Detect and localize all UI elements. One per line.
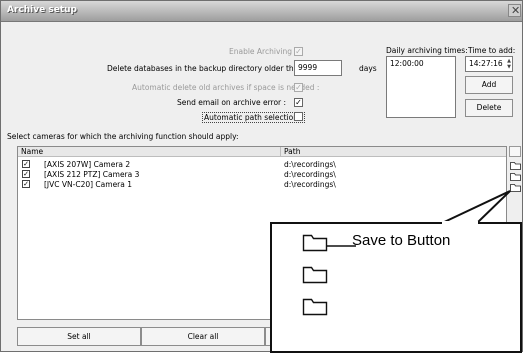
column-header-name[interactable]: Name [18,147,281,157]
daily-times-list[interactable]: 12:00:00 [386,56,456,118]
time-to-add-value: 14:27:16 [469,59,503,68]
camera-path: d:\recordings\ [284,160,336,169]
days-label: days [359,64,377,73]
camera-checkbox[interactable]: ✓ [22,170,30,178]
delete-time-button[interactable]: Delete [465,99,513,117]
time-to-add-input[interactable]: 14:27:16 ▲ ▼ [465,56,513,72]
close-icon: ✕ [511,4,521,17]
close-button[interactable]: ✕ [508,4,521,17]
send-email-label: Send email on archive error : [177,98,287,107]
folder-icon [302,298,328,316]
set-all-button[interactable]: Set all [17,327,141,346]
send-email-checkbox[interactable]: ✓ [294,98,303,107]
camera-name: [JVC VN-C20] Camera 1 [44,180,133,189]
column-extra-header [509,146,521,157]
callout-leader-line [326,245,356,247]
add-time-button[interactable]: Add [465,76,513,94]
folder-icon[interactable] [510,172,521,181]
camera-select-prompt: Select cameras for which the archiving f… [7,132,239,141]
camera-name: [AXIS 207W] Camera 2 [44,160,131,169]
folder-icon [302,234,328,252]
delete-older-days-input[interactable]: 9999 [294,60,342,76]
callout-edge [268,222,272,234]
delete-older-label: Delete databases in the backup directory… [107,64,308,73]
daily-time-item[interactable]: 12:00:00 [390,59,452,68]
camera-checkbox[interactable]: ✓ [22,160,30,168]
folder-icon[interactable] [510,161,521,170]
camera-row[interactable]: ✓ [JVC VN-C20] Camera 1 d:\recordings\ [18,179,504,189]
camera-path: d:\recordings\ [284,180,336,189]
enable-archiving-label: Enable Archiving : [229,47,297,56]
time-to-add-label: Time to add: [468,46,516,55]
auto-path-checkbox[interactable] [294,112,303,121]
daily-times-label: Daily archiving times: [386,46,468,55]
folder-icon [302,266,328,284]
camera-path: d:\recordings\ [284,170,336,179]
auto-delete-label: Automatic delete old archives if space i… [132,83,320,92]
enable-archiving-checkbox[interactable]: ✓ [294,47,303,56]
title-bar: Archive setup ✕ [1,1,522,22]
camera-row[interactable]: ✓ [AXIS 207W] Camera 2 d:\recordings\ [18,159,504,169]
window-title: Archive setup [7,5,77,15]
camera-checkbox[interactable]: ✓ [22,180,30,188]
camera-row[interactable]: ✓ [AXIS 212 PTZ] Camera 3 d:\recordings\ [18,169,504,179]
spinner-icon[interactable]: ▲ ▼ [507,58,511,70]
callout-label: Save to Button [352,232,451,249]
clear-all-button[interactable]: Clear all [141,327,265,346]
camera-name: [AXIS 212 PTZ] Camera 3 [44,170,140,179]
callout-gap [442,221,478,225]
auto-path-label: Automatic path selection : [202,112,305,123]
column-header-path[interactable]: Path [281,147,506,157]
auto-delete-checkbox[interactable]: ✓ [294,83,303,92]
